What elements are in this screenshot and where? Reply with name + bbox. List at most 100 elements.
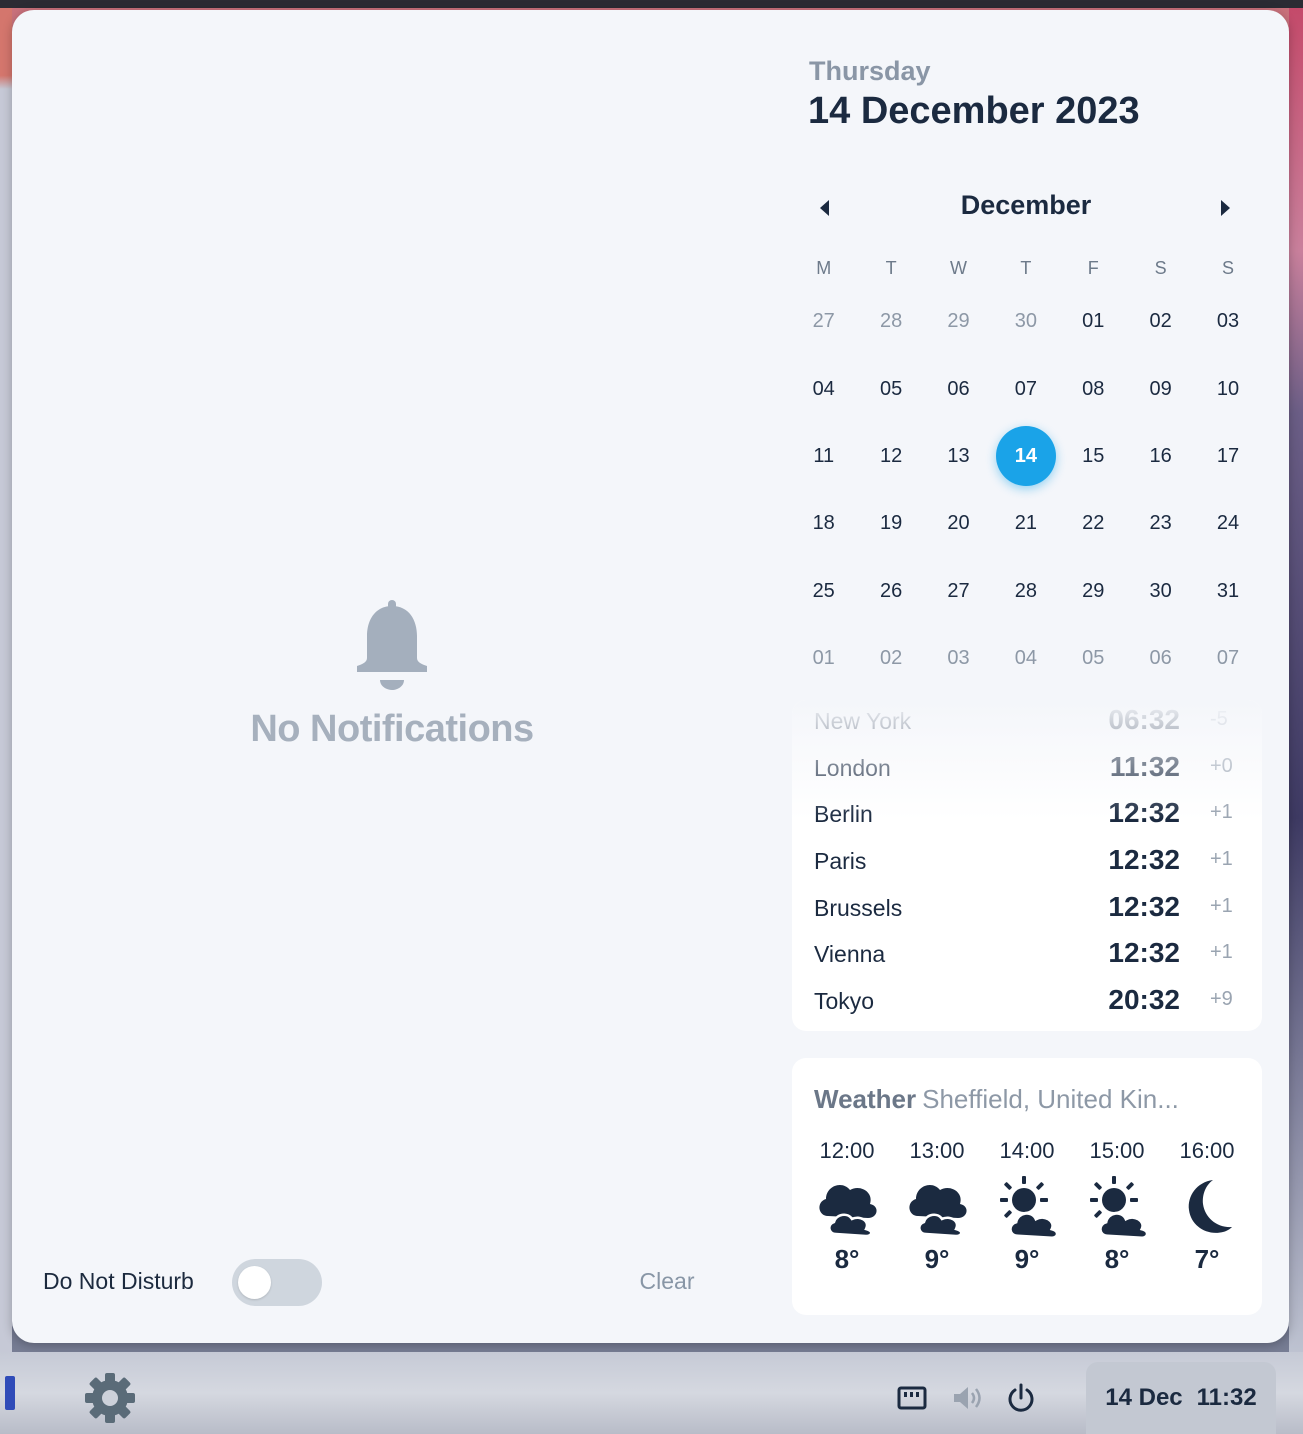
- calendar-day[interactable]: 04: [790, 355, 857, 422]
- world-clock-offset: +1: [1210, 941, 1233, 964]
- do-not-disturb-toggle[interactable]: [232, 1259, 322, 1306]
- forecast-hour: 13:00 9°: [892, 1138, 982, 1275]
- calendar-day[interactable]: 20: [925, 490, 992, 557]
- calendar-day[interactable]: 19: [857, 490, 924, 557]
- calendar-day[interactable]: 02: [857, 625, 924, 692]
- wallpaper-right-edge: [1289, 8, 1303, 1358]
- calendar-day[interactable]: 21: [992, 490, 1059, 557]
- calendar-day[interactable]: 23: [1127, 490, 1194, 557]
- calendar-day[interactable]: 03: [1194, 288, 1261, 355]
- calendar-day[interactable]: 29: [925, 288, 992, 355]
- calendar-day[interactable]: 22: [1060, 490, 1127, 557]
- forecast-time: 16:00: [1179, 1138, 1235, 1163]
- forecast-temperature: 8°: [1104, 1244, 1130, 1274]
- calendar-day[interactable]: 28: [992, 558, 1059, 625]
- calendar-day[interactable]: 25: [790, 558, 857, 625]
- calendar-month-label[interactable]: December: [796, 190, 1256, 221]
- world-clock-row: New York 06:32 -5: [792, 700, 1262, 747]
- calendar-day[interactable]: 30: [1127, 558, 1194, 625]
- cloudy-icon: [892, 1172, 982, 1242]
- next-month-button[interactable]: [1206, 188, 1246, 228]
- calendar-day[interactable]: 12: [857, 423, 924, 490]
- weather-card[interactable]: Weather Sheffield, United Kin... 12:00 8° 1…: [792, 1058, 1262, 1315]
- forecast-time: 12:00: [819, 1138, 875, 1163]
- calendar-day[interactable]: 09: [1127, 355, 1194, 422]
- calendar-day[interactable]: 28: [857, 288, 924, 355]
- world-clock-time: 12:32: [1108, 890, 1180, 922]
- world-clock-offset: +1: [1210, 894, 1233, 917]
- partly-sunny-icon: [1072, 1172, 1162, 1242]
- calendar-day[interactable]: 13: [925, 423, 992, 490]
- calendar-day[interactable]: 06: [925, 355, 992, 422]
- world-clock-city: London: [814, 754, 891, 781]
- calendar-day[interactable]: 26: [857, 558, 924, 625]
- calendar-day[interactable]: 08: [1060, 355, 1127, 422]
- calendar-day[interactable]: 29: [1060, 558, 1127, 625]
- calendar-day[interactable]: 27: [925, 558, 992, 625]
- calendar-day[interactable]: 05: [1060, 625, 1127, 692]
- world-clock-row: London 11:32 +0: [792, 747, 1262, 794]
- calendar-weekday-row: M T W T F S S: [790, 248, 1262, 288]
- world-clock-time: 11:32: [1109, 750, 1180, 782]
- calendar-day[interactable]: 16: [1127, 423, 1194, 490]
- world-clock-offset: +1: [1210, 801, 1233, 824]
- weekday-header: W: [949, 257, 967, 278]
- forecast-time: 15:00: [1089, 1138, 1145, 1163]
- selected-day-highlight: 14: [995, 426, 1056, 487]
- calendar-day[interactable]: 02: [1127, 288, 1194, 355]
- calendar-week-row: 18 19 20 21 22 23 24: [790, 490, 1262, 557]
- volume-icon[interactable]: [950, 1382, 986, 1414]
- power-icon[interactable]: [1006, 1382, 1036, 1414]
- world-clock-row: Berlin 12:32 +1: [792, 793, 1262, 840]
- calendar-day[interactable]: 31: [1194, 558, 1261, 625]
- calendar-day-selected[interactable]: 14: [992, 423, 1059, 490]
- calendar-day[interactable]: 03: [925, 625, 992, 692]
- forecast-temperature: 9°: [1014, 1244, 1040, 1274]
- world-clock-row: Tokyo 20:32 +9: [792, 980, 1262, 1027]
- world-clock-city: Vienna: [814, 941, 886, 968]
- forecast-time: 13:00: [909, 1138, 965, 1163]
- weekday-header: F: [1087, 257, 1099, 278]
- calendar-day[interactable]: 05: [857, 355, 924, 422]
- wallpaper-left-edge: [0, 8, 12, 1358]
- calendar-day[interactable]: 04: [992, 625, 1059, 692]
- cloudy-icon: [802, 1172, 892, 1242]
- world-clock-time: 12:32: [1108, 937, 1180, 969]
- clear-notifications-button[interactable]: Clear: [622, 1268, 712, 1295]
- calendar-day[interactable]: 15: [1060, 423, 1127, 490]
- calendar-day[interactable]: 07: [1194, 625, 1261, 692]
- taskbar-clock-button[interactable]: 14 Dec 11:32: [1086, 1362, 1276, 1434]
- calendar-day[interactable]: 07: [992, 355, 1059, 422]
- calendar-day[interactable]: 27: [790, 288, 857, 355]
- world-clock-offset: +1: [1210, 848, 1233, 871]
- moon-icon: [1162, 1172, 1252, 1242]
- calendar-day[interactable]: 01: [1060, 288, 1127, 355]
- taskbar: 14 Dec 11:32: [0, 1352, 1303, 1434]
- world-clock-city: Berlin: [814, 801, 873, 828]
- world-clock-city: New York: [814, 708, 912, 734]
- world-clock-city: Brussels: [814, 894, 903, 921]
- calendar-day[interactable]: 10: [1194, 355, 1261, 422]
- calendar-day[interactable]: 18: [790, 490, 857, 557]
- world-clock-time: 06:32: [1108, 704, 1180, 735]
- calendar-day[interactable]: 30: [992, 288, 1059, 355]
- calendar-day[interactable]: 24: [1194, 490, 1261, 557]
- calendar-week-row: 04 05 06 07 08 09 10: [790, 355, 1262, 422]
- calendar-day[interactable]: 06: [1127, 625, 1194, 692]
- current-weekday: Thursday: [809, 56, 931, 86]
- settings-gear-icon[interactable]: [82, 1370, 138, 1426]
- weekday-header: S: [1222, 257, 1235, 278]
- calendar-day[interactable]: 17: [1194, 423, 1261, 490]
- calendar-week-row: 27 28 29 30 01 02 03: [790, 288, 1262, 355]
- world-clock-city: Paris: [814, 848, 867, 875]
- window-top-edge: [0, 0, 1303, 8]
- weekday-header: T: [1020, 257, 1032, 278]
- taskbar-active-indicator: [5, 1376, 15, 1410]
- calendar-day[interactable]: 01: [790, 625, 857, 692]
- network-icon[interactable]: [896, 1384, 928, 1414]
- toggle-knob: [238, 1266, 271, 1299]
- calendar-day[interactable]: 11: [790, 423, 857, 490]
- world-clock-city: Tokyo: [814, 988, 875, 1015]
- current-full-date: 14 December 2023: [808, 90, 1140, 132]
- calendar-week-row: 01 02 03 04 05 06 07: [790, 625, 1262, 692]
